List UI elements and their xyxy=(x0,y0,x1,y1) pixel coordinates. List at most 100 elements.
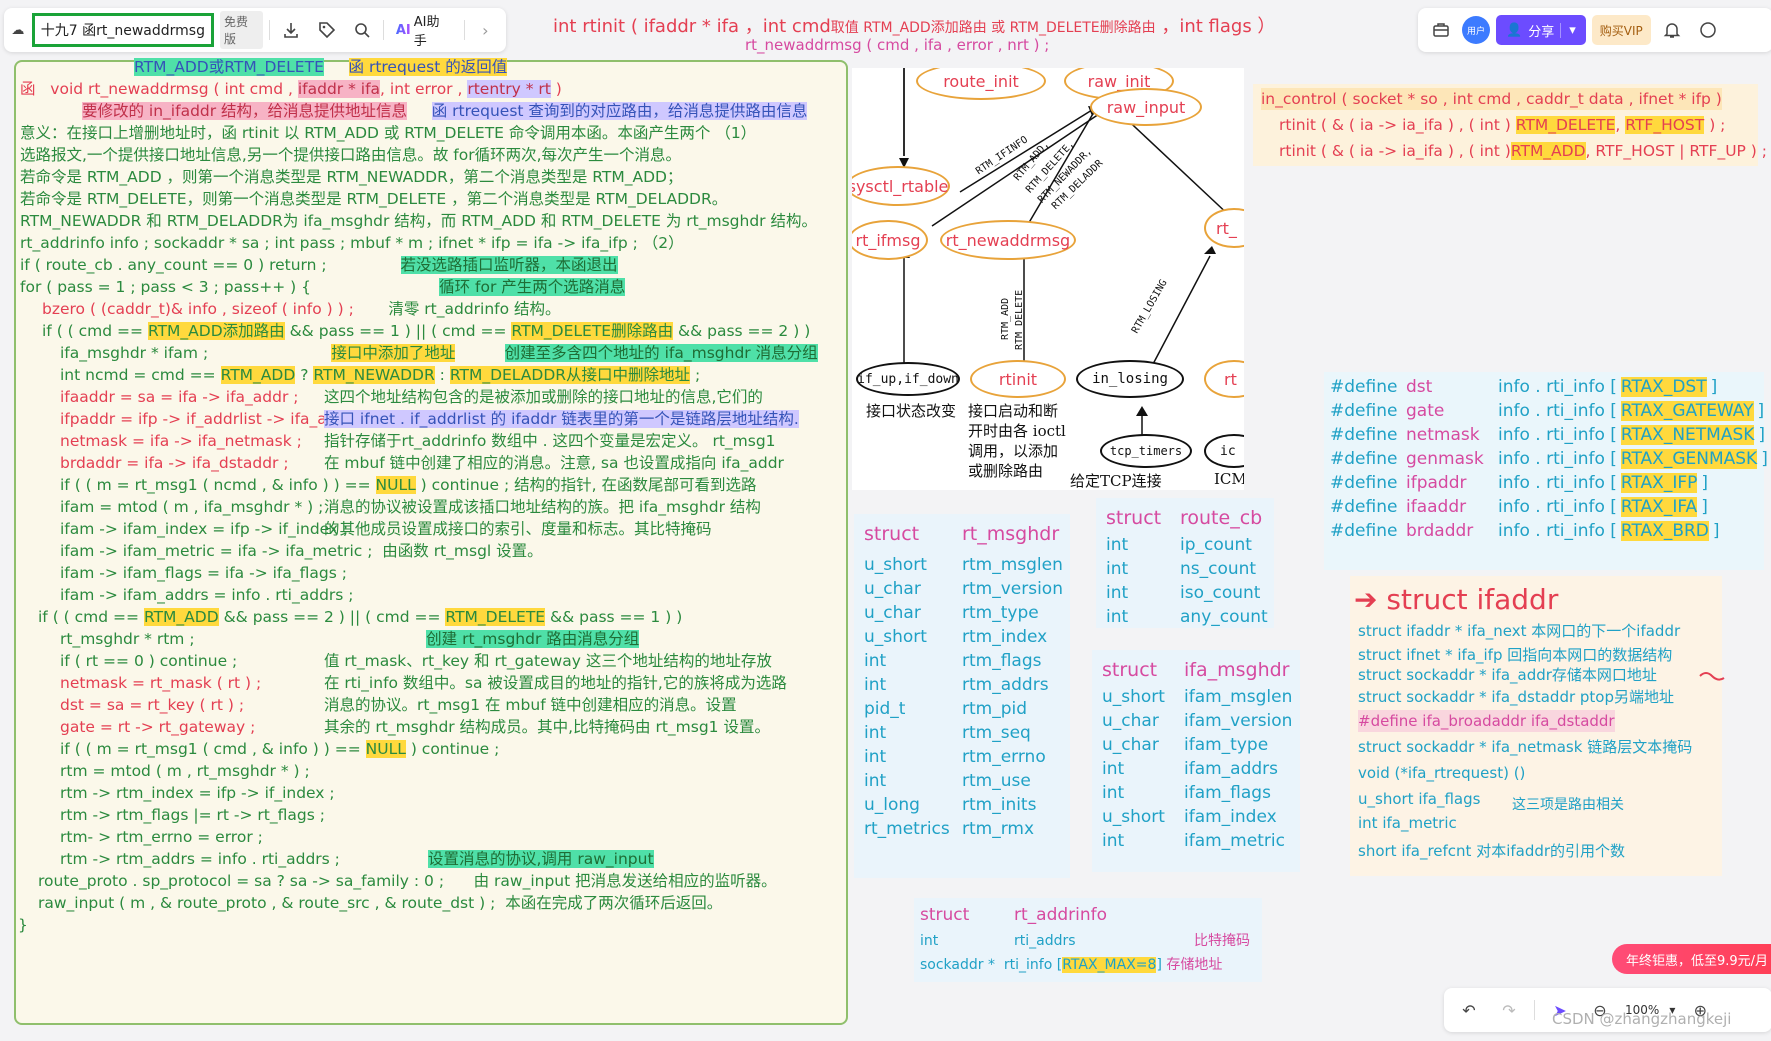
struct-rt-msghdr-note[interactable]: struct rt_msghdr u_short rtm_msglen u_char… xyxy=(854,514,1070,878)
divider xyxy=(382,20,384,40)
node-if-up-down[interactable]: if_up,if_down xyxy=(856,362,960,396)
tag-icon[interactable] xyxy=(312,15,342,45)
rtinit-cmd-comment: 取值 RTM_ADD添加路由 或 RTM_DELETE删除路由 xyxy=(830,20,1156,36)
ifaddr-field: u_short ifa_flags xyxy=(1358,790,1481,808)
code-line: rt_addrinfo info ; sockaddr * sa ; int p… xyxy=(20,234,684,252)
struct-field-name: rtm_rmx xyxy=(962,819,1035,839)
struct-ifaddr-note[interactable]: ➔ struct ifaddr struct ifaddr * ifa_next… xyxy=(1350,576,1725,876)
rt-newaddrmsg-call: rt_newaddrmsg ( cmd , ifa , error , nrt … xyxy=(745,36,1050,54)
in-control-line-add: rtinit ( & ( ia -> ia_ifa ) , ( int )RTM… xyxy=(1279,140,1767,162)
buy-vip-button[interactable]: 购买VIP xyxy=(1591,15,1651,45)
code-line: rtm -> rtm_flags |= rt -> rt_flags ; xyxy=(60,806,325,824)
code-line-seg: netmask = rt_mask ( rt ) ; xyxy=(60,674,262,692)
code-line: int ncmd = cmd == RTM_ADD ? RTM_NEWADDR … xyxy=(60,364,700,386)
code-line-seg: void rt_newaddrmsg ( int cmd , xyxy=(50,80,293,98)
struct-field-type: u_char xyxy=(1102,711,1159,731)
avatar[interactable]: 用户 xyxy=(1462,16,1490,44)
redo-icon[interactable]: ↷ xyxy=(1494,995,1524,1025)
code-line: ifam -> ifam_flags = ifa -> ifa_flags ; xyxy=(60,564,347,582)
code-line-seg: 循环 for 产生两个选路消息 xyxy=(439,278,626,296)
code-line: raw_input ( m , & route_proto , & route_… xyxy=(38,892,722,914)
code-line: netmask = ifa -> ifa_netmask ; xyxy=(60,430,302,452)
help-icon[interactable] xyxy=(1693,15,1723,45)
struct-field-name: ifam_msglen xyxy=(1184,687,1293,707)
code-line-seg: 若没选路插口监听器，本函退出 xyxy=(400,256,618,274)
code-line: 函 void rt_newaddrmsg ( int cmd , ifaddr … xyxy=(20,78,562,100)
define-row: #define dst info . rti_info [RTAX_DST] xyxy=(1330,376,1717,398)
edge-label-vadd: RTM_ADD xyxy=(1000,297,1011,340)
define-macros-note[interactable]: #define dst info . rti_info [RTAX_DST] #def… xyxy=(1324,372,1768,570)
code-line-seg: RTM_DELADDR从接口中删除地址 xyxy=(449,366,691,384)
chevron-down-icon[interactable]: ▾ xyxy=(1560,22,1576,38)
struct-field-name: rtm_pid xyxy=(962,699,1028,719)
code-comment: 值 rt_mask、rt_key 和 rt_gateway 这三个地址结构的地址… xyxy=(324,652,772,670)
ifaddr-field: struct sockaddr * ifa_addr存储本网口地址 xyxy=(1358,666,1657,684)
ifaddr-field: struct sockaddr * ifa_netmask 链路层文本掩码 xyxy=(1358,738,1693,756)
share-button[interactable]: 👤 分享 ▾ xyxy=(1496,15,1586,45)
whiteboard-canvas[interactable]: ☁ 十九7 函rt_newaddrmsg 免费版 AI AI助手 › 用户 👤 … xyxy=(0,0,1771,1041)
bell-icon[interactable] xyxy=(1657,15,1687,45)
code-line-seg: if ( ( cmd == xyxy=(42,322,143,340)
briefcase-icon[interactable] xyxy=(1426,15,1456,45)
divider xyxy=(463,20,465,40)
struct-route-cb-note[interactable]: struct route_cb int ip_count int ns_count in… xyxy=(1096,498,1274,628)
red-scribble-icon xyxy=(1699,672,1725,681)
ifaddr-comment: 这三项是路由相关 xyxy=(1512,797,1624,813)
struct-field-type: int xyxy=(1106,559,1129,579)
define-index: RTAX_NETMASK xyxy=(1620,425,1755,445)
node-in-losing[interactable]: in_losing xyxy=(1076,360,1184,398)
struct-ifa-msghdr-note[interactable]: struct ifa_msghdr u_short ifam_msglen u_ch… xyxy=(1092,650,1300,872)
in-control-line-delete: rtinit ( & ( ia -> ia_ifa ) , ( int ) RT… xyxy=(1279,114,1725,136)
struct-field-name: ifam_flags xyxy=(1184,783,1271,803)
code-line: 选路报文,一个提供接口地址信息,另一个提供接口路由信息。故 for循环两次,每次… xyxy=(20,146,682,164)
define-close: ] xyxy=(1758,425,1766,445)
search-icon[interactable] xyxy=(347,15,377,45)
struct-field-name: ifam_addrs xyxy=(1184,759,1279,779)
ai-assistant-button[interactable]: AI AI助手 xyxy=(390,15,458,49)
download-icon[interactable] xyxy=(276,15,306,45)
code-line-seg: : xyxy=(439,366,445,384)
code-line: netmask = rt_mask ( rt ) ; xyxy=(60,672,261,694)
define-close: ] xyxy=(1701,497,1708,517)
define-name: brdaddr xyxy=(1406,521,1474,541)
document-title[interactable]: 十九7 函rt_newaddrmsg xyxy=(31,13,214,47)
code-line-seg: && pass == 2 ) ) xyxy=(678,322,811,340)
in-control-seg: rtinit ( & ( ia -> ia_ifa ) , ( int ) xyxy=(1279,142,1511,160)
code-line-seg: bzero ( (caddr_t)& info , sizeof ( info … xyxy=(42,300,354,318)
code-line-seg: 本函在完成了两次循环后返回。 xyxy=(505,894,723,912)
define-name: ifpaddr xyxy=(1406,473,1467,493)
code-line-seg: ifpaddr = ifp -> if_addrlist -> ifa_addr… xyxy=(60,410,363,428)
struct-rt-addrinfo-note[interactable]: struct rt_addrinfo int rti_addrs 比特掩码 so… xyxy=(914,898,1262,982)
define-keyword: #define xyxy=(1330,521,1398,541)
node-rtinit[interactable]: rtinit xyxy=(970,360,1066,398)
call-graph-diagram[interactable]: route_init raw_init raw_input sysctl_rta… xyxy=(852,68,1244,490)
undo-icon[interactable]: ↶ xyxy=(1454,995,1484,1025)
struct-field-type: pid_t xyxy=(864,699,906,719)
code-line-seg: ) continue ; xyxy=(410,740,500,758)
arrow-right-icon: ➔ xyxy=(1354,583,1378,616)
in-control-seg: , RTF_HOST | RTF_UP ) ; xyxy=(1585,142,1768,160)
define-close: ] xyxy=(1712,521,1720,541)
code-line-seg: ; xyxy=(694,366,701,384)
code-comment: 这四个地址结构包含的是被添加或删除的接口地址的信息,它们的 xyxy=(324,388,763,406)
code-sticky-note[interactable]: RTM_ADD或RTM_DELETE 函 rtrequest 的返回值 函 vo… xyxy=(14,58,848,1025)
in-control-note[interactable]: in_control ( socket * so , int cmd , cad… xyxy=(1253,84,1767,166)
cloud-icon[interactable]: ☁ xyxy=(10,15,26,45)
code-line: ifam = mtod ( m , ifa_msghdr * ) ; xyxy=(60,496,323,518)
struct-field-name: rtm_inits xyxy=(962,795,1037,815)
node-rt-newaddrmsg[interactable]: rt_newaddrmsg xyxy=(940,220,1076,260)
chevron-right-icon[interactable]: › xyxy=(471,15,501,45)
addrinfo-comment: 比特掩码 xyxy=(1194,933,1250,949)
code-line-seg: brdaddr = ifa -> ifa_dstaddr ; xyxy=(60,454,289,472)
node-tcp-timers[interactable]: tcp_timers xyxy=(1100,434,1192,468)
promo-banner[interactable]: 年终钜惠，低至9.9元/月 xyxy=(1612,944,1771,974)
code-line: ifam -> ifam_index = ifp -> if_index ; xyxy=(60,518,348,540)
code-comment: 指针存储于rt_addrinfo 数组中 . 这四个变量是宏定义。 rt_msg… xyxy=(324,432,776,450)
code-line: for ( pass = 1 ; pass < 3 ; pass++ ) { 循… xyxy=(20,276,626,298)
code-line-seg: 设置消息的协议,调用 raw_input xyxy=(428,850,654,868)
node-raw-input[interactable]: raw_input xyxy=(1090,88,1202,126)
struct-field-type: int xyxy=(1106,535,1129,555)
code-line: bzero ( (caddr_t)& info , sizeof ( info … xyxy=(42,298,561,320)
code-line-seg: gate = rt -> rt_gateway ; xyxy=(60,718,256,736)
code-line-seg: ifam = mtod ( m , ifa_msghdr * ) ; xyxy=(60,498,324,516)
